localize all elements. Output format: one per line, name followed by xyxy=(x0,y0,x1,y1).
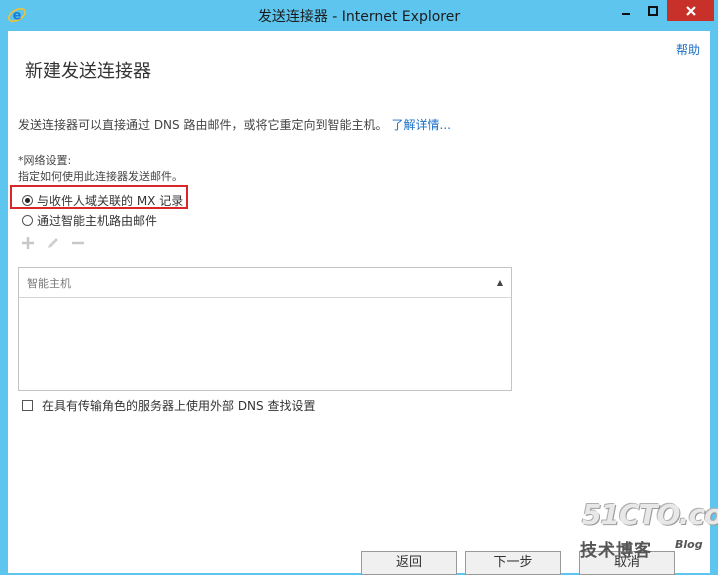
remove-button[interactable] xyxy=(70,235,86,251)
plus-icon xyxy=(22,237,34,249)
external-dns-label: 在具有传输角色的服务器上使用外部 DNS 查找设置 xyxy=(42,399,316,413)
radio-smarthost[interactable]: 通过智能主机路由邮件 xyxy=(22,212,157,229)
close-icon xyxy=(685,5,696,16)
edit-button[interactable] xyxy=(45,235,61,251)
maximize-icon xyxy=(647,5,658,16)
page-title: 新建发送连接器 xyxy=(25,61,151,82)
sort-up-icon: ▲ xyxy=(496,278,503,287)
external-dns-checkbox[interactable] xyxy=(22,400,33,411)
radio-smarthost-label: 通过智能主机路由邮件 xyxy=(37,214,158,228)
watermark: 51CTO.com 技术博客 Blog xyxy=(574,498,718,564)
network-settings-hint: 指定如何使用此连接器发送邮件。 xyxy=(18,170,183,183)
next-button[interactable]: 下一步 xyxy=(465,551,561,575)
table-header[interactable]: 智能主机 ▲ xyxy=(19,268,511,298)
back-button[interactable]: 返回 xyxy=(361,551,457,575)
radio-mx-record-button[interactable] xyxy=(22,195,33,206)
learn-more-link[interactable]: 了解详情... xyxy=(391,118,450,132)
column-header-smarthost: 智能主机 xyxy=(27,276,71,290)
close-button[interactable] xyxy=(667,0,714,21)
maximize-button[interactable] xyxy=(639,0,666,21)
description: 发送连接器可以直接通过 DNS 路由邮件，或将它重定向到智能主机。 了解详情... xyxy=(18,116,451,133)
watermark-blog: Blog xyxy=(675,538,703,551)
pencil-icon xyxy=(48,238,58,248)
smarthost-table: 智能主机 ▲ xyxy=(18,267,512,391)
radio-mx-record-label: 与收件人域关联的 MX 记录 xyxy=(37,194,184,208)
minus-icon xyxy=(72,241,84,245)
radio-smarthost-button[interactable] xyxy=(22,215,33,226)
window-title: 发送连接器 - Internet Explorer xyxy=(257,9,461,25)
add-button[interactable] xyxy=(20,235,36,251)
title-bar: e 发送连接器 - Internet Explorer xyxy=(0,0,718,30)
description-text: 发送连接器可以直接通过 DNS 路由邮件，或将它重定向到智能主机。 xyxy=(18,118,388,132)
smarthost-toolbar xyxy=(20,235,86,251)
help-link[interactable]: 帮助 xyxy=(676,41,700,58)
dialog-content: 帮助 新建发送连接器 发送连接器可以直接通过 DNS 路由邮件，或将它重定向到智… xyxy=(8,31,710,575)
radio-mx-record[interactable]: 与收件人域关联的 MX 记录 xyxy=(22,192,183,209)
minimize-icon xyxy=(621,12,630,15)
minimize-button[interactable] xyxy=(612,0,639,21)
watermark-subtitle: 技术博客 xyxy=(580,541,652,561)
watermark-site: 51CTO.com xyxy=(582,498,718,531)
network-settings-label: *网络设置: xyxy=(18,154,72,167)
external-dns-option[interactable]: 在具有传输角色的服务器上使用外部 DNS 查找设置 xyxy=(22,397,315,414)
